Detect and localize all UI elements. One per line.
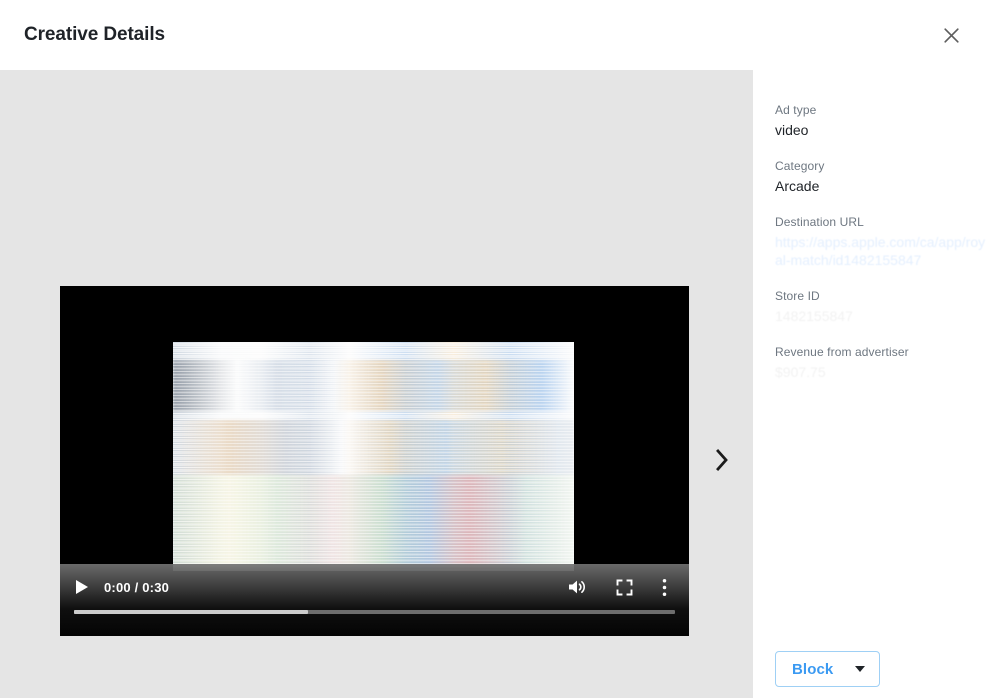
video-controls-row: 0:00 / 0:30	[60, 572, 689, 602]
field-ad-type: Ad type video	[775, 102, 988, 139]
video-controls-bar: 0:00 / 0:30	[60, 564, 689, 636]
close-button[interactable]	[934, 18, 968, 52]
field-destination-url: Destination URL https://apps.apple.com/c…	[775, 214, 988, 269]
video-frame	[173, 342, 574, 571]
field-label: Revenue from advertiser	[775, 344, 988, 360]
chevron-right-icon	[715, 449, 729, 474]
play-icon	[76, 580, 88, 594]
more-options-button[interactable]	[662, 578, 667, 597]
field-category: Category Arcade	[775, 158, 988, 195]
field-value-category: Arcade	[775, 177, 988, 195]
field-value-ad-type: video	[775, 121, 988, 139]
block-button[interactable]: Block	[775, 651, 880, 687]
modal-header: Creative Details	[0, 0, 988, 70]
fullscreen-icon	[616, 579, 633, 596]
video-time-display: 0:00 / 0:30	[104, 580, 169, 595]
modal-body: 0:00 / 0:30	[0, 70, 988, 698]
creative-details-modal: Creative Details	[0, 0, 988, 698]
play-button[interactable]	[74, 580, 88, 594]
field-value-revenue: $907.75	[775, 363, 988, 381]
field-value-store-id: 1482155847	[775, 307, 988, 325]
field-label: Ad type	[775, 102, 988, 118]
video-progress-buffered	[74, 610, 308, 614]
page-title: Creative Details	[24, 24, 165, 46]
video-controls-left: 0:00 / 0:30	[74, 580, 169, 595]
fullscreen-button[interactable]	[616, 579, 633, 596]
field-store-id: Store ID 1482155847	[775, 288, 988, 325]
mute-button[interactable]	[567, 578, 587, 596]
field-label: Store ID	[775, 288, 988, 304]
field-label: Category	[775, 158, 988, 174]
creative-details-sidebar: Ad type video Category Arcade Destinatio…	[753, 70, 988, 698]
field-label: Destination URL	[775, 214, 988, 230]
creative-preview-pane: 0:00 / 0:30	[0, 70, 753, 698]
chevron-down-icon[interactable]	[855, 666, 865, 672]
field-value-destination-url[interactable]: https://apps.apple.com/ca/app/royal-matc…	[775, 233, 988, 269]
kebab-menu-icon	[662, 578, 667, 597]
video-scanlines	[173, 342, 574, 571]
next-creative-button[interactable]	[705, 444, 739, 478]
video-controls-right	[567, 578, 675, 597]
close-icon	[942, 26, 961, 45]
video-player[interactable]: 0:00 / 0:30	[60, 286, 689, 636]
sidebar-footer: Block	[775, 651, 880, 687]
block-button-label: Block	[792, 661, 833, 678]
field-revenue-from-advertiser: Revenue from advertiser $907.75	[775, 344, 988, 381]
volume-icon	[567, 578, 587, 596]
video-progress-bar[interactable]	[74, 610, 675, 614]
